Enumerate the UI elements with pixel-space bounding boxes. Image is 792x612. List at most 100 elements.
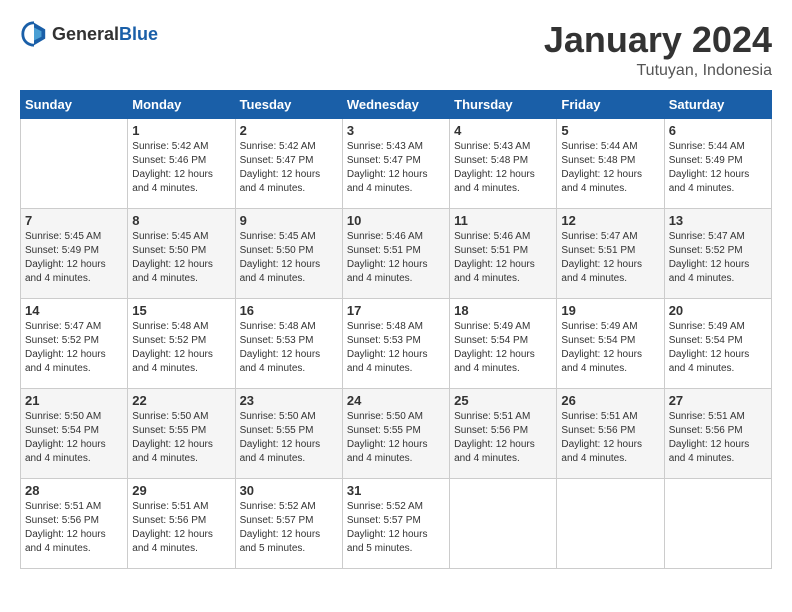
cell-daylight: Daylight: 12 hours and 4 minutes.: [240, 259, 321, 284]
table-row: 26 Sunrise: 5:51 AM Sunset: 5:56 PM Dayl…: [557, 388, 664, 478]
table-row: 23 Sunrise: 5:50 AM Sunset: 5:55 PM Dayl…: [235, 388, 342, 478]
cell-sunset: Sunset: 5:50 PM: [132, 245, 206, 256]
table-row: 22 Sunrise: 5:50 AM Sunset: 5:55 PM Dayl…: [128, 388, 235, 478]
location-title: Tutuyan, Indonesia: [544, 62, 772, 80]
cell-daylight: Daylight: 12 hours and 4 minutes.: [347, 349, 428, 374]
table-row: 16 Sunrise: 5:48 AM Sunset: 5:53 PM Dayl…: [235, 298, 342, 388]
cell-daylight: Daylight: 12 hours and 4 minutes.: [240, 349, 321, 374]
cell-sunset: Sunset: 5:49 PM: [25, 245, 99, 256]
cell-sunset: Sunset: 5:56 PM: [132, 515, 206, 526]
table-row: 27 Sunrise: 5:51 AM Sunset: 5:56 PM Dayl…: [664, 388, 771, 478]
table-row: 2 Sunrise: 5:42 AM Sunset: 5:47 PM Dayli…: [235, 118, 342, 208]
table-row: 18 Sunrise: 5:49 AM Sunset: 5:54 PM Dayl…: [450, 298, 557, 388]
calendar-table: Sunday Monday Tuesday Wednesday Thursday…: [20, 90, 772, 569]
table-row: 30 Sunrise: 5:52 AM Sunset: 5:57 PM Dayl…: [235, 478, 342, 568]
day-number: 12: [561, 213, 659, 228]
cell-sunrise: Sunrise: 5:44 AM: [669, 141, 745, 152]
cell-daylight: Daylight: 12 hours and 4 minutes.: [454, 349, 535, 374]
col-saturday: Saturday: [664, 90, 771, 118]
cell-daylight: Daylight: 12 hours and 4 minutes.: [561, 439, 642, 464]
cell-sunset: Sunset: 5:53 PM: [240, 335, 314, 346]
cell-sunset: Sunset: 5:47 PM: [347, 155, 421, 166]
table-row: 10 Sunrise: 5:46 AM Sunset: 5:51 PM Dayl…: [342, 208, 449, 298]
cell-sunset: Sunset: 5:52 PM: [669, 245, 743, 256]
table-row: 5 Sunrise: 5:44 AM Sunset: 5:48 PM Dayli…: [557, 118, 664, 208]
day-number: 31: [347, 483, 445, 498]
day-number: 1: [132, 123, 230, 138]
cell-sunrise: Sunrise: 5:42 AM: [240, 141, 316, 152]
cell-sunrise: Sunrise: 5:48 AM: [240, 321, 316, 332]
table-row: 19 Sunrise: 5:49 AM Sunset: 5:54 PM Dayl…: [557, 298, 664, 388]
day-number: 20: [669, 303, 767, 318]
cell-sunrise: Sunrise: 5:48 AM: [132, 321, 208, 332]
calendar-week-row: 7 Sunrise: 5:45 AM Sunset: 5:49 PM Dayli…: [21, 208, 772, 298]
cell-daylight: Daylight: 12 hours and 4 minutes.: [132, 169, 213, 194]
cell-daylight: Daylight: 12 hours and 4 minutes.: [454, 259, 535, 284]
day-number: 9: [240, 213, 338, 228]
table-row: 9 Sunrise: 5:45 AM Sunset: 5:50 PM Dayli…: [235, 208, 342, 298]
day-number: 30: [240, 483, 338, 498]
cell-sunset: Sunset: 5:55 PM: [132, 425, 206, 436]
calendar-week-row: 28 Sunrise: 5:51 AM Sunset: 5:56 PM Dayl…: [21, 478, 772, 568]
cell-daylight: Daylight: 12 hours and 4 minutes.: [132, 349, 213, 374]
table-row: 21 Sunrise: 5:50 AM Sunset: 5:54 PM Dayl…: [21, 388, 128, 478]
cell-sunrise: Sunrise: 5:50 AM: [132, 411, 208, 422]
cell-daylight: Daylight: 12 hours and 5 minutes.: [240, 529, 321, 554]
cell-daylight: Daylight: 12 hours and 4 minutes.: [240, 439, 321, 464]
table-row: [664, 478, 771, 568]
logo-text: GeneralBlue: [52, 24, 158, 45]
col-monday: Monday: [128, 90, 235, 118]
day-number: 10: [347, 213, 445, 228]
col-friday: Friday: [557, 90, 664, 118]
cell-daylight: Daylight: 12 hours and 4 minutes.: [132, 439, 213, 464]
cell-daylight: Daylight: 12 hours and 4 minutes.: [454, 169, 535, 194]
day-number: 28: [25, 483, 123, 498]
cell-sunrise: Sunrise: 5:48 AM: [347, 321, 423, 332]
table-row: 8 Sunrise: 5:45 AM Sunset: 5:50 PM Dayli…: [128, 208, 235, 298]
table-row: [21, 118, 128, 208]
day-number: 5: [561, 123, 659, 138]
cell-daylight: Daylight: 12 hours and 4 minutes.: [25, 439, 106, 464]
day-number: 25: [454, 393, 552, 408]
day-number: 18: [454, 303, 552, 318]
cell-sunset: Sunset: 5:51 PM: [347, 245, 421, 256]
day-number: 6: [669, 123, 767, 138]
table-row: [557, 478, 664, 568]
cell-daylight: Daylight: 12 hours and 4 minutes.: [561, 259, 642, 284]
day-number: 23: [240, 393, 338, 408]
cell-sunset: Sunset: 5:52 PM: [132, 335, 206, 346]
cell-daylight: Daylight: 12 hours and 4 minutes.: [561, 349, 642, 374]
cell-sunrise: Sunrise: 5:46 AM: [347, 231, 423, 242]
day-number: 15: [132, 303, 230, 318]
cell-sunrise: Sunrise: 5:47 AM: [561, 231, 637, 242]
day-number: 3: [347, 123, 445, 138]
day-number: 17: [347, 303, 445, 318]
cell-sunset: Sunset: 5:55 PM: [347, 425, 421, 436]
cell-sunrise: Sunrise: 5:49 AM: [561, 321, 637, 332]
col-thursday: Thursday: [450, 90, 557, 118]
table-row: 24 Sunrise: 5:50 AM Sunset: 5:55 PM Dayl…: [342, 388, 449, 478]
cell-sunset: Sunset: 5:56 PM: [25, 515, 99, 526]
cell-sunset: Sunset: 5:51 PM: [454, 245, 528, 256]
cell-daylight: Daylight: 12 hours and 4 minutes.: [25, 529, 106, 554]
table-row: 31 Sunrise: 5:52 AM Sunset: 5:57 PM Dayl…: [342, 478, 449, 568]
cell-sunrise: Sunrise: 5:49 AM: [454, 321, 530, 332]
day-number: 16: [240, 303, 338, 318]
cell-sunrise: Sunrise: 5:52 AM: [240, 501, 316, 512]
table-row: 29 Sunrise: 5:51 AM Sunset: 5:56 PM Dayl…: [128, 478, 235, 568]
day-number: 19: [561, 303, 659, 318]
month-title: January 2024: [544, 20, 772, 60]
cell-sunset: Sunset: 5:51 PM: [561, 245, 635, 256]
cell-daylight: Daylight: 12 hours and 4 minutes.: [25, 349, 106, 374]
day-number: 21: [25, 393, 123, 408]
cell-daylight: Daylight: 12 hours and 4 minutes.: [669, 349, 750, 374]
cell-sunset: Sunset: 5:56 PM: [561, 425, 635, 436]
logo: GeneralBlue: [20, 20, 158, 48]
cell-daylight: Daylight: 12 hours and 4 minutes.: [347, 169, 428, 194]
calendar-week-row: 14 Sunrise: 5:47 AM Sunset: 5:52 PM Dayl…: [21, 298, 772, 388]
cell-daylight: Daylight: 12 hours and 4 minutes.: [347, 259, 428, 284]
table-row: [450, 478, 557, 568]
table-row: 12 Sunrise: 5:47 AM Sunset: 5:51 PM Dayl…: [557, 208, 664, 298]
day-number: 22: [132, 393, 230, 408]
table-row: 20 Sunrise: 5:49 AM Sunset: 5:54 PM Dayl…: [664, 298, 771, 388]
